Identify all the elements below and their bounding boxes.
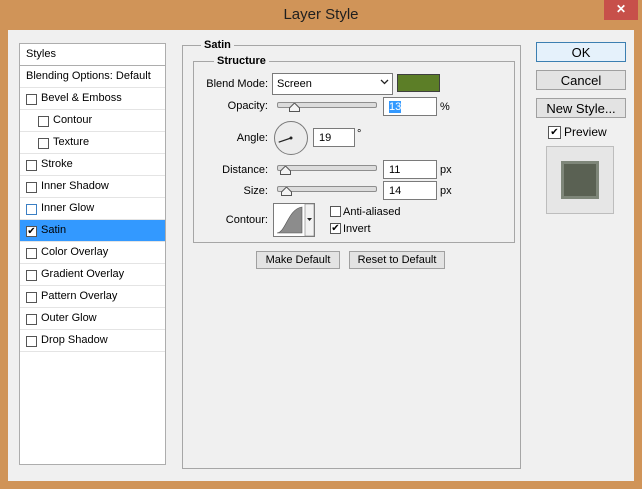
sidebar-item-label: Contour: [53, 114, 93, 126]
satin-color-swatch[interactable]: [397, 74, 440, 92]
bevel-emboss-checkbox[interactable]: [26, 94, 37, 105]
size-input[interactable]: 14: [383, 181, 437, 200]
invert-label: Invert: [343, 223, 371, 235]
sidebar-item-label: Drop Shadow: [41, 334, 108, 346]
close-button[interactable]: ✕: [604, 0, 638, 20]
sidebar-item-color-overlay[interactable]: Color Overlay: [20, 242, 165, 264]
chevron-down-icon: [380, 77, 389, 89]
sidebar-item-label: Outer Glow: [41, 312, 97, 324]
new-style-button[interactable]: New Style...: [536, 98, 626, 118]
sidebar-item-contour[interactable]: Contour: [20, 110, 165, 132]
ok-button[interactable]: OK: [536, 42, 626, 62]
reset-to-default-label: Reset to Default: [357, 254, 437, 266]
texture-checkbox[interactable]: [38, 138, 49, 149]
angle-input[interactable]: 19: [313, 128, 355, 147]
blend-mode-select[interactable]: Screen: [272, 73, 393, 95]
stroke-checkbox[interactable]: [26, 160, 37, 171]
sidebar-item-label: Stroke: [41, 158, 73, 170]
gradient-overlay-checkbox[interactable]: [26, 270, 37, 281]
cancel-button[interactable]: Cancel: [536, 70, 626, 90]
reset-to-default-button[interactable]: Reset to Default: [349, 251, 445, 269]
sidebar-item-label: Gradient Overlay: [41, 268, 125, 280]
size-value: 14: [389, 185, 402, 197]
make-default-label: Make Default: [265, 254, 331, 266]
sidebar-item-inner-glow[interactable]: Inner Glow: [20, 198, 165, 220]
sidebar-item-bevel-emboss[interactable]: Bevel & Emboss: [20, 88, 165, 110]
contour-curve-icon: [276, 204, 314, 236]
color-overlay-checkbox[interactable]: [26, 248, 37, 259]
sidebar-item-label: Texture: [53, 136, 90, 148]
window-title: Layer Style: [283, 6, 359, 23]
contour-checkbox[interactable]: [38, 116, 49, 127]
opacity-input[interactable]: 13: [383, 97, 437, 116]
sidebar-item-label: Pattern Overlay: [41, 290, 118, 302]
anti-aliased-label: Anti-aliased: [343, 206, 401, 218]
angle-dial[interactable]: [274, 121, 308, 155]
angle-label: Angle:: [236, 132, 268, 144]
distance-slider-thumb[interactable]: [280, 165, 292, 175]
sidebar-item-label: Inner Glow: [41, 202, 95, 214]
satin-checkbox[interactable]: ✔: [26, 226, 37, 237]
angle-value: 19: [319, 132, 332, 144]
blend-mode-value: Screen: [277, 78, 312, 90]
distance-input[interactable]: 11: [383, 160, 437, 179]
sidebar-item-drop-shadow[interactable]: Drop Shadow: [20, 330, 165, 352]
sidebar-item-inner-shadow[interactable]: Inner Shadow: [20, 176, 165, 198]
size-unit: px: [440, 185, 452, 197]
ok-label: OK: [571, 45, 591, 60]
sidebar-item-label: Satin: [41, 224, 67, 236]
sidebar-item-satin[interactable]: ✔ Satin: [20, 220, 165, 242]
layer-style-window: Layer Style ✕ Styles Blending Options: D…: [0, 0, 642, 489]
dialog-client-area: Styles Blending Options: Default Bevel & …: [8, 30, 634, 481]
title-bar: Layer Style ✕: [0, 0, 642, 30]
preview-swatch: [561, 161, 599, 199]
opacity-value: 13: [389, 101, 402, 113]
invert-checkbox[interactable]: ✔: [330, 223, 341, 234]
structure-title: Structure: [214, 55, 269, 67]
opacity-label: Opacity:: [227, 100, 268, 112]
preview-checkbox[interactable]: ✔: [548, 126, 561, 139]
satin-group-title: Satin: [201, 39, 234, 51]
sidebar-item-stroke[interactable]: Stroke: [20, 154, 165, 176]
size-slider-thumb[interactable]: [281, 186, 293, 196]
preview-thumbnail: [546, 146, 614, 214]
blend-mode-label: Blend Mode:: [206, 78, 268, 90]
drop-shadow-checkbox[interactable]: [26, 336, 37, 347]
sidebar-item-label: Color Overlay: [41, 246, 109, 258]
preview-label: Preview: [564, 125, 607, 139]
anti-aliased-checkbox[interactable]: [330, 206, 341, 217]
styles-header[interactable]: Styles: [20, 44, 165, 66]
sidebar-item-outer-glow[interactable]: Outer Glow: [20, 308, 165, 330]
distance-label: Distance:: [222, 164, 268, 176]
new-style-label: New Style...: [546, 101, 616, 116]
distance-slider[interactable]: [277, 165, 377, 171]
angle-unit: °: [357, 128, 362, 140]
sidebar-item-blending-options-default[interactable]: Blending Options: Default: [20, 66, 165, 88]
opacity-unit: %: [440, 101, 450, 113]
sidebar-item-texture[interactable]: Texture: [20, 132, 165, 154]
size-label: Size:: [243, 185, 268, 197]
styles-header-label: Styles: [26, 48, 56, 60]
contour-picker[interactable]: [273, 203, 315, 237]
distance-unit: px: [440, 164, 452, 176]
cancel-label: Cancel: [560, 73, 602, 88]
inner-shadow-checkbox[interactable]: [26, 182, 37, 193]
styles-list: Styles Blending Options: Default Bevel & …: [19, 43, 166, 465]
sidebar-item-label: Inner Shadow: [41, 180, 109, 192]
distance-value: 11: [389, 164, 401, 176]
sidebar-item-label: Blending Options: Default: [26, 70, 151, 82]
contour-label: Contour:: [225, 214, 268, 226]
outer-glow-checkbox[interactable]: [26, 314, 37, 325]
sidebar-item-pattern-overlay[interactable]: Pattern Overlay: [20, 286, 165, 308]
inner-glow-checkbox[interactable]: [26, 204, 37, 215]
make-default-button[interactable]: Make Default: [256, 251, 340, 269]
sidebar-item-label: Bevel & Emboss: [41, 92, 122, 104]
sidebar-item-gradient-overlay[interactable]: Gradient Overlay: [20, 264, 165, 286]
opacity-slider-thumb[interactable]: [288, 102, 300, 112]
pattern-overlay-checkbox[interactable]: [26, 292, 37, 303]
